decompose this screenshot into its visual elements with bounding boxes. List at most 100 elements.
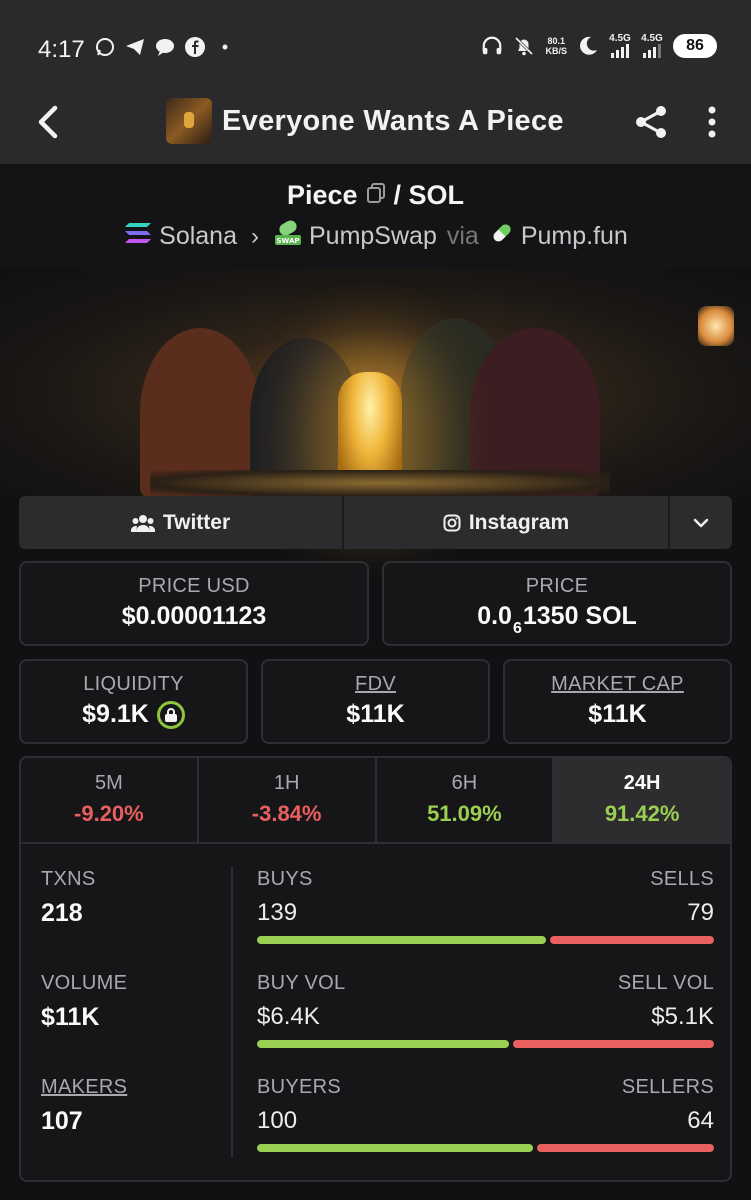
sellers-value: 64 — [687, 1107, 714, 1134]
price-native-value: 0.0 6 1350 SOL — [384, 602, 730, 637]
makers-label[interactable]: MAKERS — [41, 1076, 231, 1099]
instagram-icon — [443, 514, 461, 531]
tab-change: -9.20% — [74, 801, 144, 826]
market-cap-label[interactable]: MARKET CAP — [505, 673, 730, 696]
tab-change: -3.84% — [251, 801, 322, 826]
sells-value: 79 — [687, 899, 714, 926]
totals-column: TXNS 218 VOLUME $11K MAKERS 107 — [41, 868, 231, 1180]
buyers-value: 100 — [257, 1107, 298, 1134]
twitter-button[interactable]: Twitter — [19, 496, 344, 549]
banner-lamp — [698, 306, 734, 346]
users-icon — [130, 514, 155, 532]
dex-link[interactable]: PumpSwap — [309, 222, 437, 251]
price-native-card: PRICE 0.0 6 1350 SOL — [382, 561, 732, 646]
token-thumbnail — [166, 98, 212, 144]
solana-icon — [123, 221, 153, 252]
app-bar: Everyone Wants A Piece — [0, 84, 751, 164]
instagram-button[interactable]: Instagram — [344, 496, 670, 549]
network-type-1: 4.5G — [609, 33, 631, 44]
tab-6h[interactable]: 6H 51.09% — [377, 758, 555, 842]
chat-bubble-icon — [154, 36, 176, 58]
tab-label: 6H — [451, 772, 478, 794]
chain-link[interactable]: Solana — [159, 222, 237, 251]
makers-metric: MAKERS 107 — [41, 1076, 231, 1180]
moon-icon — [577, 35, 599, 57]
system-icons: 80.1 KB/S 4.5G 4.5G 86 — [481, 34, 717, 58]
tab-label: 5M — [94, 772, 123, 794]
price-native-zero-count: 6 — [512, 619, 522, 637]
price-native-prefix: 0.0 — [477, 602, 512, 630]
pair-name: Piece / SOL — [0, 180, 751, 211]
pill-icon — [489, 220, 515, 253]
tab-1h[interactable]: 1H -3.84% — [199, 758, 377, 842]
liquidity-value-row: $9.1K — [21, 700, 246, 729]
svg-text:SWAP: SWAP — [277, 237, 300, 245]
txns-label: TXNS — [41, 868, 96, 890]
chevron-down-icon — [693, 518, 709, 527]
status-bar: 4:17 • 80.1 KB/S 4.5G 4.5G 86 — [0, 0, 751, 84]
chevron-right-icon: › — [251, 222, 259, 250]
share-button[interactable] — [632, 102, 672, 142]
volume-value: $11K — [41, 1003, 100, 1031]
buyers-label: BUYERS — [257, 1076, 342, 1098]
market-cap-card: MARKET CAP $11K — [503, 659, 732, 744]
liquidity-value: $9.1K — [82, 700, 149, 728]
facebook-icon — [184, 36, 206, 58]
makers-value: 107 — [41, 1107, 83, 1135]
tab-label: 24H — [623, 772, 661, 794]
price-usd-card: PRICE USD $0.00001123 — [19, 561, 369, 646]
buy-vol-bar — [257, 1040, 509, 1048]
market-cap-value: $11K — [588, 700, 647, 728]
base-token: Piece — [286, 180, 358, 210]
fdv-card: FDV $11K — [261, 659, 490, 744]
whatsapp-icon — [94, 36, 116, 58]
buys-sells-row: BUYS SELLS 139 79 — [257, 868, 714, 972]
more-options-button[interactable] — [696, 102, 728, 142]
pair-header: Piece / SOL Solana › SWAP PumpSwap via P… — [0, 164, 751, 268]
battery-indicator: 86 — [673, 34, 717, 58]
copy-address-button[interactable] — [366, 180, 386, 211]
clock: 4:17 — [38, 36, 85, 63]
buy-sell-column: BUYS SELLS 139 79 BUY VOL SELL VOL $6.4K $5.… — [257, 868, 714, 1180]
price-usd-value: $0.00001123 — [121, 602, 267, 630]
tab-24h[interactable]: 24H 91.42% — [554, 758, 730, 842]
fdv-label[interactable]: FDV — [263, 673, 488, 696]
buyers-bar — [257, 1144, 533, 1152]
buys-sells-bar — [257, 936, 714, 944]
back-button[interactable] — [28, 102, 68, 142]
fdv-value: $11K — [346, 700, 405, 728]
liquidity-label: LIQUIDITY — [83, 673, 184, 695]
volume-metric: VOLUME $11K — [41, 972, 231, 1076]
tab-change: 51.09% — [427, 801, 502, 826]
buyers-sellers-row: BUYERS SELLERS 100 64 — [257, 1076, 714, 1180]
trading-stats-panel: 5M -9.20% 1H -3.84% 6H 51.09% 24H 91.42%… — [19, 756, 732, 1182]
more-links-dropdown[interactable] — [670, 496, 732, 549]
network-speed: 80.1 KB/S — [545, 36, 567, 56]
social-links: Twitter Instagram — [19, 496, 732, 549]
speed-value: 80.1 KB/S — [545, 36, 567, 56]
price-native-label: PRICE — [525, 575, 589, 597]
signal-bars-icon — [643, 44, 661, 58]
buy-vol-label: BUY VOL — [257, 972, 346, 994]
txns-value: 218 — [41, 899, 83, 927]
signal-bars-icon — [611, 44, 629, 58]
sellers-label: SELLERS — [621, 1076, 714, 1098]
launchpad-link[interactable]: Pump.fun — [521, 222, 628, 251]
signal-1: 4.5G — [609, 34, 631, 58]
txns-metric: TXNS 218 — [41, 868, 231, 972]
volume-split-bar — [257, 1040, 714, 1048]
liquidity-lock-icon[interactable] — [156, 700, 185, 729]
network-type-2: 4.5G — [641, 33, 663, 44]
sell-vol-label: SELL VOL — [617, 972, 714, 994]
price-native-digits: 1350 SOL — [522, 602, 637, 630]
share-icon — [636, 106, 666, 138]
volume-label: VOLUME — [41, 972, 128, 994]
signal-2: 4.5G — [641, 34, 663, 58]
notification-icons: • — [94, 36, 236, 58]
price-usd-label: PRICE USD — [138, 575, 250, 597]
token-title: Everyone Wants A Piece — [166, 98, 564, 144]
instagram-label: Instagram — [468, 510, 570, 534]
liquidity-card: LIQUIDITY $9.1K — [19, 659, 248, 744]
tab-5m[interactable]: 5M -9.20% — [21, 758, 199, 842]
sell-vol-bar — [513, 1040, 714, 1048]
